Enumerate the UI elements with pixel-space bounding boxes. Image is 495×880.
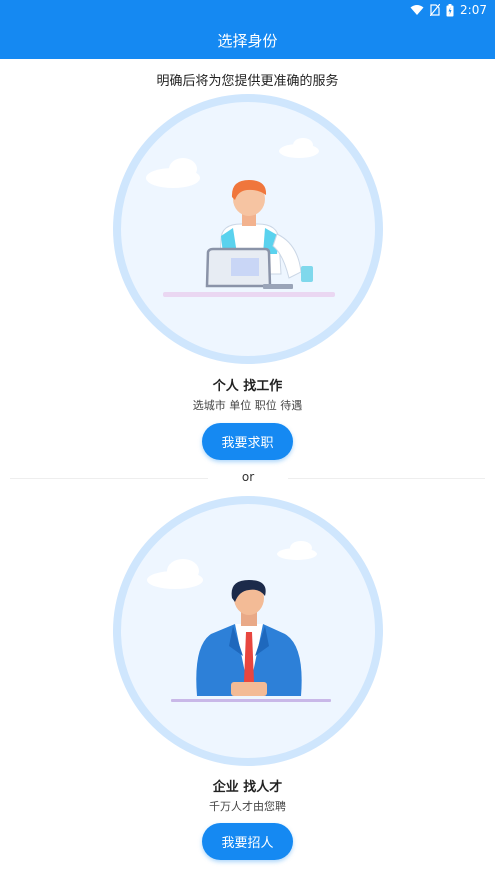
employer-description: 千万人才由您聘	[209, 800, 286, 813]
page-title: 选择身份	[217, 32, 278, 50]
page-subtitle: 明确后将为您提供更准确的服务	[156, 74, 339, 89]
recruit-button[interactable]: 我要招人	[202, 823, 293, 860]
app-header: 2:07 选择身份	[0, 0, 495, 59]
battery-charging-icon	[446, 3, 454, 17]
employer-illustration[interactable]	[113, 496, 383, 766]
find-job-button[interactable]: 我要求职	[202, 423, 293, 460]
or-separator: or	[208, 470, 288, 484]
wifi-icon	[410, 4, 424, 16]
job-seeker-description: 选城市 单位 职位 待遇	[192, 399, 303, 412]
status-bar: 2:07	[410, 0, 487, 20]
employer-title: 企业 找人才	[212, 780, 283, 795]
job-seeker-illustration[interactable]	[113, 94, 383, 364]
job-seeker-title: 个人 找工作	[212, 379, 283, 394]
no-sim-icon	[430, 4, 441, 16]
status-time: 2:07	[460, 3, 487, 17]
